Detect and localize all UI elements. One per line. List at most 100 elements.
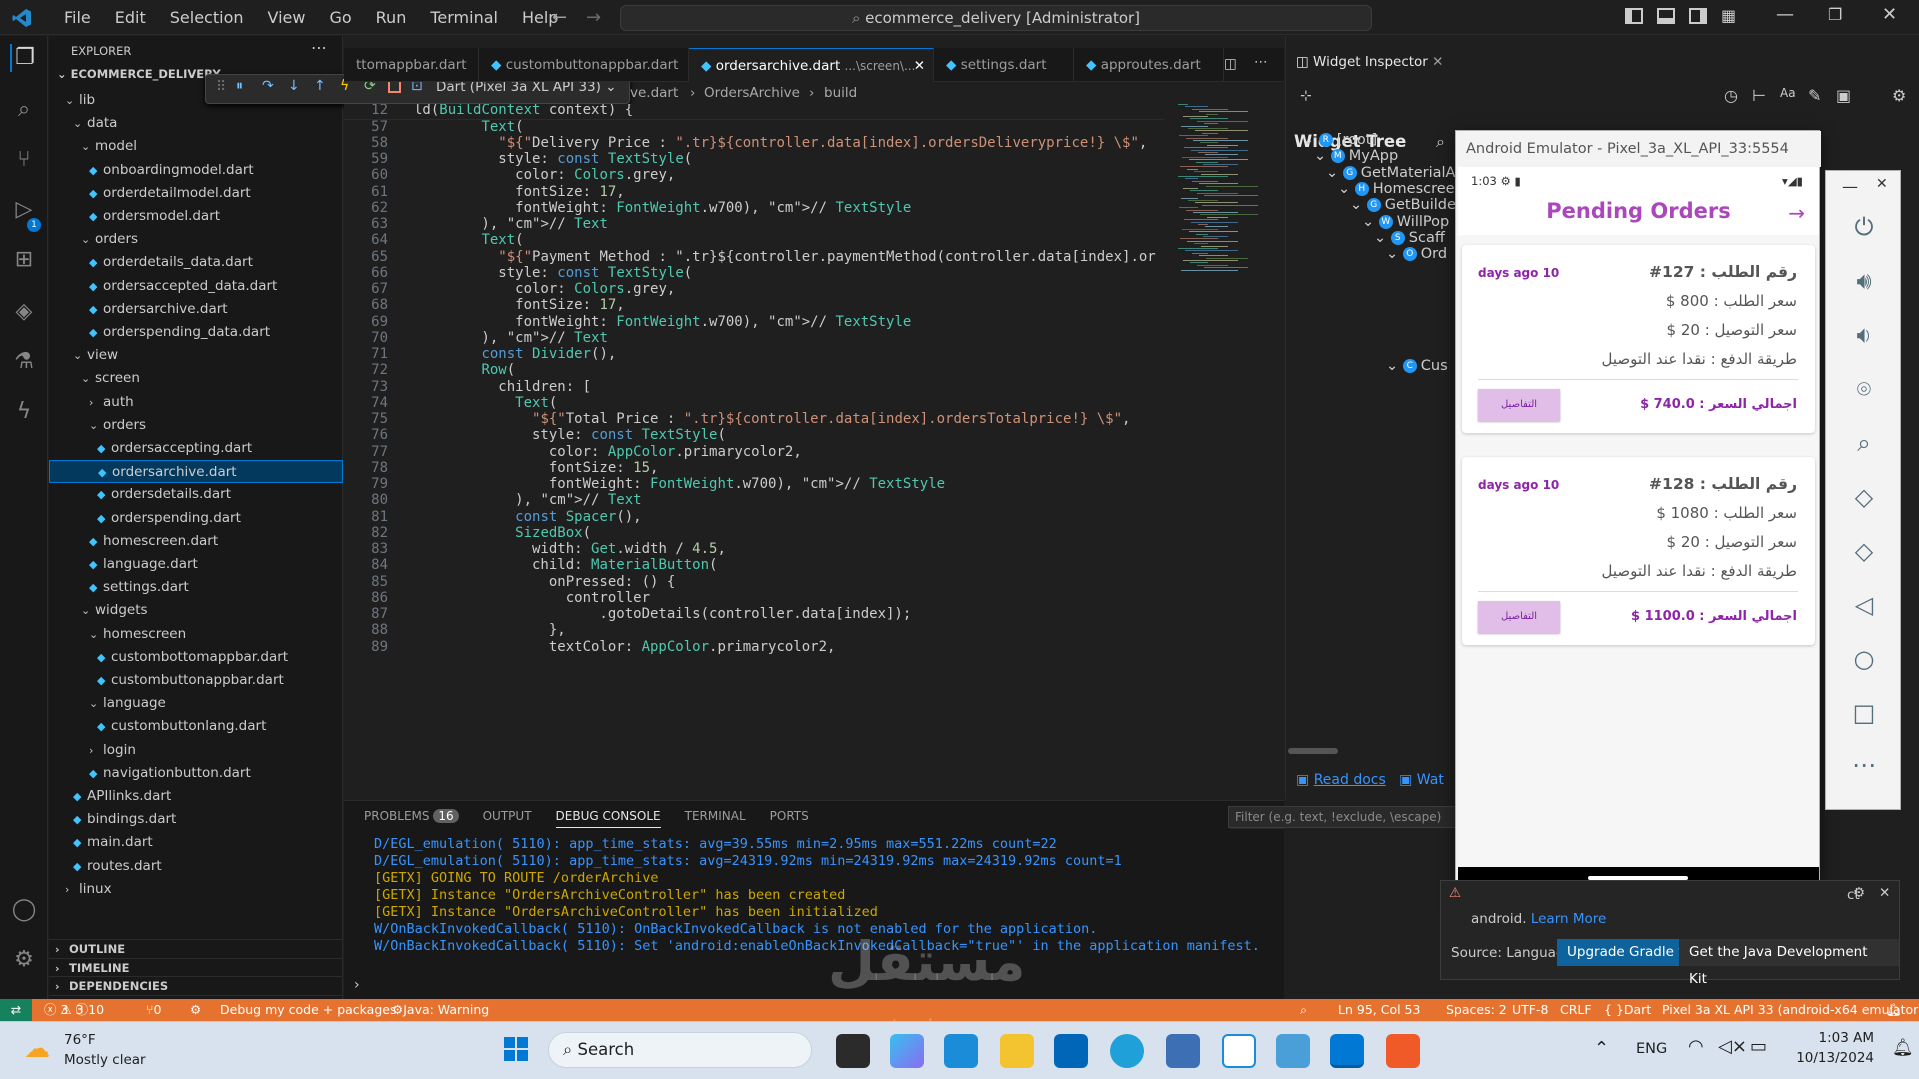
tree-file[interactable]: ◆ language.dart bbox=[49, 553, 343, 576]
performance-overlay-icon[interactable]: ◷ bbox=[1724, 86, 1738, 105]
menu-run[interactable]: Run bbox=[364, 6, 419, 29]
encoding[interactable]: UTF-8 bbox=[1512, 999, 1548, 1021]
tree-folder[interactable]: ⌄ orders bbox=[49, 228, 343, 251]
tab-ordersarchive[interactable]: ◆ ordersarchive.dart ...\screen\... ✕ bbox=[689, 48, 934, 82]
volume-up-icon[interactable]: 🔊︎ bbox=[1826, 267, 1902, 295]
phone-link-icon[interactable] bbox=[1222, 1034, 1256, 1068]
sidebar-section[interactable]: › TIMELINE bbox=[49, 957, 343, 976]
tree-file[interactable]: ◆ custombuttonlang.dart bbox=[49, 715, 343, 738]
tree-file[interactable]: ◆ bindings.dart bbox=[49, 808, 343, 831]
remote-icon[interactable]: ⇄ bbox=[0, 999, 32, 1021]
eol[interactable]: CRLF bbox=[1560, 999, 1592, 1021]
chart-app-icon[interactable] bbox=[1276, 1034, 1310, 1068]
clock-date[interactable]: 10/13/2024 bbox=[1780, 1050, 1874, 1066]
weather-icon[interactable]: ☁ bbox=[24, 1034, 50, 1064]
account-icon[interactable]: ◯ bbox=[10, 896, 38, 924]
rotate-left-icon[interactable]: ◇ bbox=[1826, 483, 1902, 511]
task-view-icon[interactable] bbox=[836, 1034, 870, 1068]
java-status[interactable]: ⚙ Java: Warning bbox=[392, 999, 489, 1021]
widget-tree-node[interactable]: ⌄ G GetBuilde bbox=[1350, 197, 1456, 213]
vscode-taskbar-icon[interactable] bbox=[1330, 1034, 1364, 1068]
widget-tree-node[interactable]: ⌄ C Cus bbox=[1386, 358, 1448, 374]
tree-file[interactable]: ◆ APIlinks.dart bbox=[49, 785, 343, 808]
console-prompt-icon[interactable]: › bbox=[354, 977, 360, 993]
store-icon[interactable] bbox=[944, 1034, 978, 1068]
toggle-sidebar-icon[interactable] bbox=[1625, 8, 1643, 24]
tree-file[interactable]: ◆ orderspending.dart bbox=[49, 507, 343, 530]
tray-chevron-icon[interactable]: ⌃ bbox=[1594, 1038, 1609, 1059]
forward-arrow-icon[interactable]: → bbox=[586, 7, 601, 28]
input-language[interactable]: ENG bbox=[1636, 1041, 1667, 1057]
zoom-icon[interactable]: ⌕ bbox=[1826, 429, 1902, 457]
sidebar-section[interactable]: › DEPENDENCIES bbox=[49, 976, 343, 994]
taskbar-search[interactable]: ⌕ Search bbox=[548, 1032, 812, 1068]
notification-center-icon[interactable]: 🔔︎ bbox=[1892, 1038, 1914, 1058]
flutter-icon[interactable]: ◈ bbox=[10, 298, 38, 326]
code-line[interactable]: 89 textColor: AppColor.primarycolor2, bbox=[344, 637, 1164, 657]
settings-gear-icon[interactable]: ⚙ bbox=[10, 946, 38, 974]
back-arrow-icon[interactable]: ← bbox=[552, 7, 567, 28]
widget-tree-node[interactable]: ⌄ R [root] bbox=[1302, 132, 1377, 148]
tree-file[interactable]: ◆ orderdetailmodel.dart bbox=[49, 182, 343, 205]
workspace-root[interactable]: ⌄ ECOMMERCE_DELIVERY bbox=[57, 67, 221, 81]
tree-file[interactable]: ◆ navigationbutton.dart bbox=[49, 762, 343, 785]
command-center[interactable]: ⌕ ecommerce_delivery [Administrator] bbox=[620, 5, 1372, 31]
split-editor-icon[interactable]: ◫ bbox=[1224, 56, 1237, 72]
tree-file[interactable]: ◆ ordersarchive.dart bbox=[49, 460, 343, 484]
tree-file[interactable]: ◆ main.dart bbox=[49, 831, 343, 854]
tree-folder[interactable]: ⌄ screen bbox=[49, 367, 343, 390]
widget-tree-node[interactable]: ⌄ S Scaff bbox=[1374, 230, 1445, 246]
tab-custombottomappbar[interactable]: ttomappbar.dart bbox=[344, 48, 479, 82]
sidebar-section[interactable]: › OUTLINE bbox=[49, 939, 343, 957]
notification-close-icon[interactable]: ✕ bbox=[1879, 885, 1890, 901]
explorer-icon[interactable]: ❐ bbox=[10, 44, 38, 72]
code-line[interactable]: 12 ld(BuildContext context) { bbox=[344, 104, 1164, 121]
extensions-icon[interactable]: ⊞ bbox=[10, 246, 38, 274]
tree-folder[interactable]: ⌄ homescreen bbox=[49, 623, 343, 646]
menu-file[interactable]: File bbox=[52, 6, 103, 29]
menu-go[interactable]: Go bbox=[317, 6, 363, 29]
menu-edit[interactable]: Edit bbox=[103, 6, 158, 29]
overview-icon[interactable]: □ bbox=[1826, 699, 1902, 727]
guidelines-icon[interactable]: ⊢ bbox=[1752, 86, 1766, 105]
more-options-icon[interactable]: ⋯ bbox=[1826, 751, 1902, 779]
source-control-icon[interactable]: ⑂ bbox=[10, 146, 38, 174]
language-mode[interactable]: { } Dart bbox=[1604, 999, 1651, 1021]
step-into-icon[interactable]: ↓ bbox=[288, 78, 300, 94]
tab-custombuttonappbar[interactable]: ◆ custombuttonappbar.dart bbox=[479, 48, 689, 82]
read-docs-link[interactable]: ▣ Read docs ▣ Wat bbox=[1296, 772, 1444, 788]
step-out-icon[interactable]: ↑ bbox=[314, 78, 326, 94]
panel-tab-debug-console[interactable]: DEBUG CONSOLE bbox=[555, 809, 661, 828]
baselines-icon[interactable]: Aa bbox=[1780, 86, 1796, 100]
breadcrumb-file[interactable]: ve.dart bbox=[630, 82, 678, 104]
get-jdk-button[interactable]: Get the Java Development Kit bbox=[1679, 939, 1899, 987]
tree-folder[interactable]: ⌄ widgets bbox=[49, 599, 343, 622]
tab-settings[interactable]: ◆ settings.dart bbox=[934, 48, 1074, 82]
select-widget-mode-icon[interactable]: ⊹ bbox=[1300, 88, 1312, 104]
ports-status[interactable]: ⑂ 0 bbox=[146, 999, 161, 1021]
tree-file[interactable]: ◆ ordersdetails.dart bbox=[49, 483, 343, 506]
emu-close-icon[interactable]: ✕ bbox=[1876, 176, 1888, 192]
tree-file[interactable]: ◆ settings.dart bbox=[49, 576, 343, 599]
tree-file[interactable]: ◆ onboardingmodel.dart bbox=[49, 159, 343, 182]
speaker-muted-icon[interactable]: ◁× bbox=[1718, 1036, 1747, 1057]
volume-down-icon[interactable]: 🔉︎ bbox=[1826, 321, 1902, 349]
tree-folder[interactable]: ⌄ model bbox=[49, 135, 343, 158]
tree-file[interactable]: ◆ ordersarchive.dart bbox=[49, 298, 343, 321]
lightning-icon[interactable]: ϟ bbox=[10, 398, 38, 426]
zoom-status-icon[interactable]: ⌕ bbox=[1300, 999, 1307, 1021]
minimap[interactable] bbox=[1170, 104, 1280, 794]
drag-handle-icon[interactable]: ⠿ bbox=[216, 79, 226, 95]
tree-file[interactable]: ◆ ordersaccepting.dart bbox=[49, 437, 343, 460]
images-icon[interactable]: ▣ bbox=[1836, 86, 1851, 105]
tree-file[interactable]: ◆ routes.dart bbox=[49, 855, 343, 878]
back-icon[interactable]: ◁ bbox=[1826, 591, 1902, 619]
camera-icon[interactable]: ⌾ bbox=[1826, 375, 1902, 403]
details-button[interactable]: التفاصيل bbox=[1478, 601, 1560, 633]
tree-folder[interactable]: › linux bbox=[49, 878, 343, 901]
tree-folder[interactable]: ⌄ data bbox=[49, 112, 343, 135]
tree-file[interactable]: ◆ custombuttonappbar.dart bbox=[49, 669, 343, 692]
notifications-bell-icon[interactable]: 🔔︎ bbox=[1886, 999, 1902, 1021]
breadcrumb-class[interactable]: OrdersArchive bbox=[704, 82, 800, 104]
device-status[interactable]: Pixel 3a XL API 33 (android-x64 emulator… bbox=[1662, 999, 1919, 1021]
